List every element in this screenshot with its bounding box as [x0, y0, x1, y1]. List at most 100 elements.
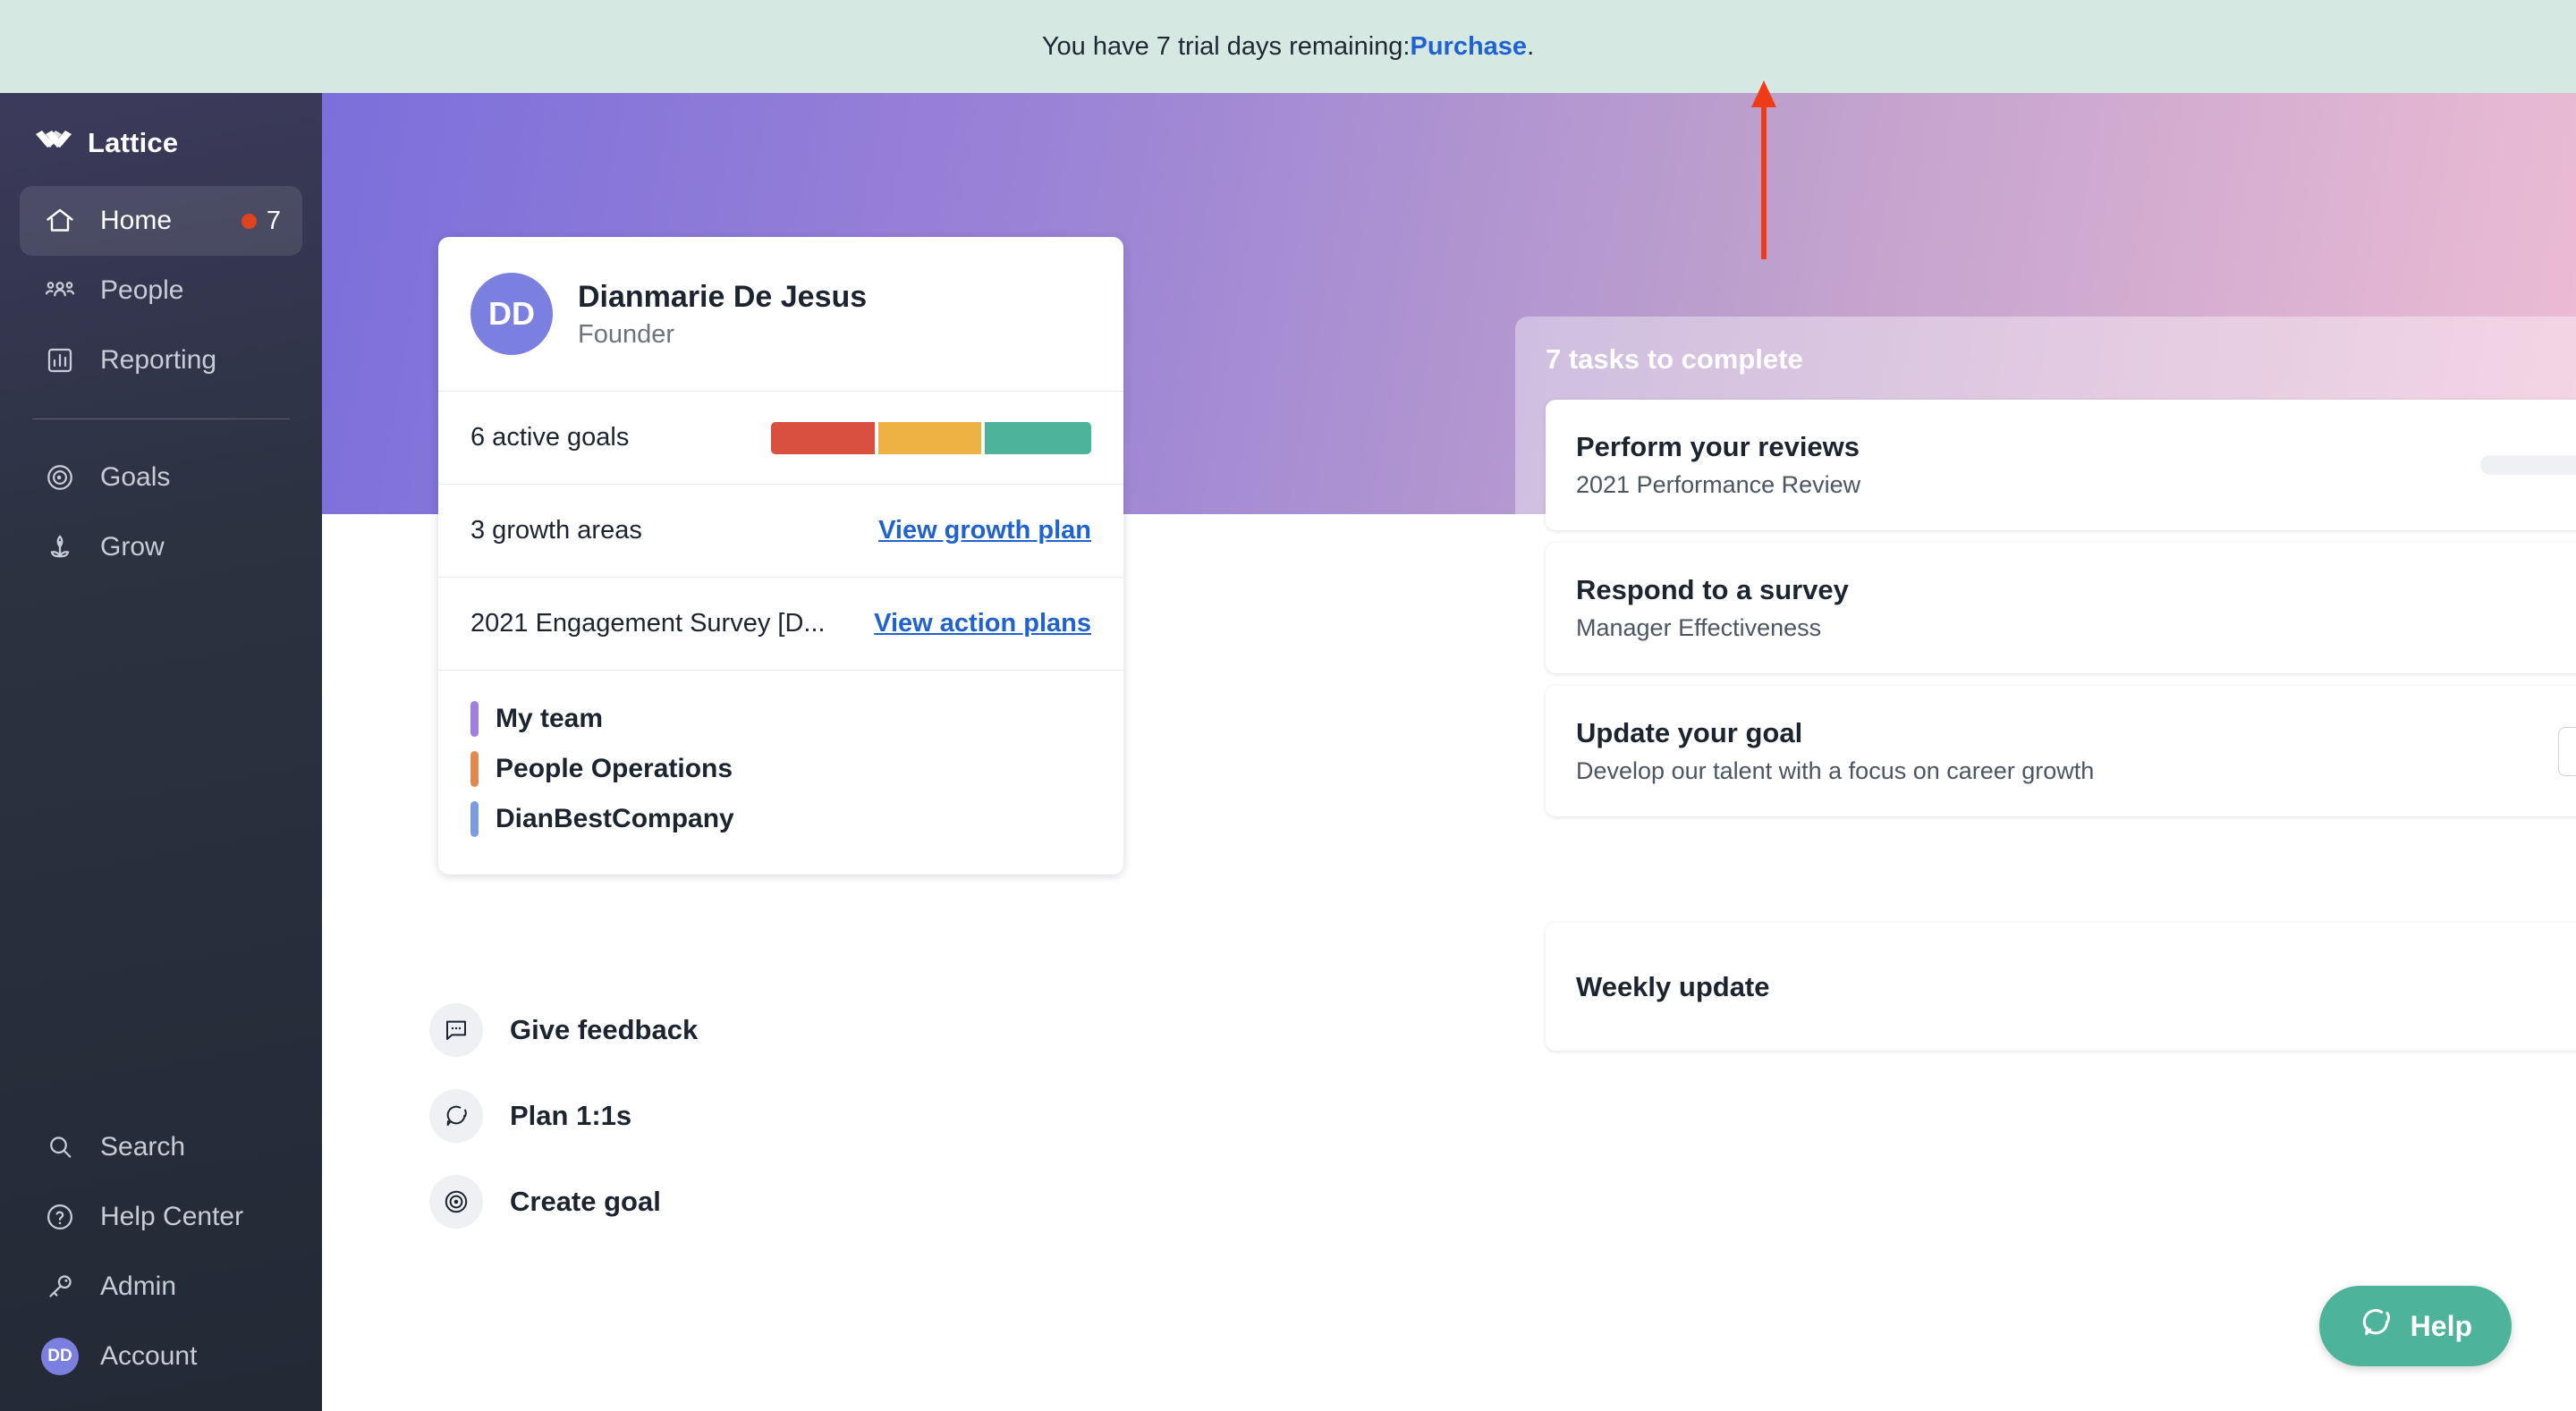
help-button-label: Help — [2410, 1309, 2472, 1342]
give-feedback-action[interactable]: Give feedback — [429, 987, 698, 1073]
view-action-plans-link[interactable]: View action plans — [874, 609, 1091, 638]
key-icon — [41, 1268, 79, 1305]
reporting-icon — [41, 342, 79, 379]
give-feedback-label: Give feedback — [510, 1014, 699, 1045]
team-name: My team — [496, 704, 604, 733]
profile-role: Founder — [578, 319, 675, 349]
team-name: DianBestCompany — [496, 804, 734, 833]
growth-areas-label: 3 growth areas — [470, 516, 642, 545]
sidebar-item-admin[interactable]: Admin — [20, 1252, 302, 1322]
task-actions: 0% — [2479, 452, 2576, 479]
search-icon — [41, 1128, 79, 1166]
lattice-logo-icon — [36, 131, 72, 148]
sidebar-item-help-center[interactable]: Help Center — [20, 1182, 302, 1252]
people-icon — [41, 272, 79, 309]
trial-banner-text: You have 7 trial days remaining: — [1041, 31, 1411, 61]
task-title: Update your goal — [1576, 717, 1803, 748]
list-item[interactable]: My team — [470, 694, 1091, 744]
sidebar-item-account[interactable]: DD Account — [20, 1322, 302, 1391]
sidebar-item-help-center-label: Help Center — [100, 1202, 244, 1231]
goal-segment-at-risk — [877, 421, 981, 454]
create-goal-action[interactable]: Create goal — [429, 1159, 698, 1245]
brand: Lattice — [0, 93, 322, 159]
purchase-link[interactable]: Purchase — [1410, 32, 1527, 62]
goal-segment-on-track — [985, 421, 1092, 454]
engagement-survey-label: 2021 Engagement Survey [D... — [470, 609, 826, 638]
sidebar-nav-primary: Home 7 People Reporting Goals Grow — [0, 186, 322, 582]
profile-card: DD Dianmarie De Jesus Founder 6 active g… — [438, 237, 1123, 874]
active-goals-label: 6 active goals — [470, 423, 630, 452]
sidebar-item-search[interactable]: Search — [20, 1112, 302, 1182]
task-subtitle: Manager Effectiveness — [1576, 614, 1822, 641]
annotation-arrow-icon — [1751, 80, 1776, 259]
grow-plant-icon — [41, 528, 79, 566]
engagement-survey-row[interactable]: 2021 Engagement Survey [D... View action… — [438, 577, 1123, 670]
task-card-perform-reviews[interactable]: Perform your reviews 2021 Performance Re… — [1546, 400, 2576, 530]
team-color-bar — [470, 751, 479, 787]
sidebar-item-grow[interactable]: Grow — [20, 512, 302, 582]
sidebar-item-people-label: People — [100, 275, 184, 305]
task-title: Perform your reviews — [1576, 431, 1860, 462]
home-badge-count: 7 — [266, 206, 281, 235]
coming-up-title: Coming up — [1546, 1092, 1690, 1123]
sidebar-item-goals[interactable]: Goals — [20, 443, 302, 512]
task-title: Respond to a survey — [1576, 574, 1849, 605]
trial-banner-period: . — [1527, 31, 1535, 61]
teams-list: My team People Operations DianBestCompan… — [438, 670, 1123, 874]
sidebar-item-home-label: Home — [100, 206, 173, 235]
goal-segment-off-track — [771, 421, 875, 454]
main-content: 👋 Welcome back! DD Dianmarie De Jesus Fo… — [322, 93, 2576, 1411]
sidebar-item-reporting-label: Reporting — [100, 345, 217, 375]
home-badge: 7 — [241, 206, 281, 236]
growth-areas-row[interactable]: 3 growth areas View growth plan — [438, 484, 1123, 577]
view-growth-plan-link[interactable]: View growth plan — [878, 516, 1091, 545]
task-card-respond-survey[interactable]: Respond to a survey Manager Effectivenes… — [1546, 543, 2576, 673]
list-item[interactable]: DianBestCompany — [470, 794, 1091, 844]
task-content: Update your goal Develop our talent with… — [1576, 717, 2558, 785]
sidebar-item-search-label: Search — [100, 1132, 186, 1162]
profile-name: Dianmarie De Jesus — [578, 280, 868, 315]
task-subtitle: 2021 Performance Review — [1576, 471, 1861, 498]
feedback-bubble-icon — [429, 1003, 483, 1057]
sidebar-divider — [32, 418, 290, 419]
sidebar-item-people[interactable]: People — [20, 256, 302, 325]
tasks-panel-title: 7 tasks to complete — [1546, 343, 1803, 375]
active-goals-row[interactable]: 6 active goals — [438, 391, 1123, 484]
dismiss-button[interactable]: Dismiss — [2558, 726, 2576, 776]
progress-bar — [2479, 455, 2576, 475]
list-item[interactable]: People Operations — [470, 744, 1091, 794]
brand-name: Lattice — [88, 127, 179, 158]
sidebar-item-account-label: Account — [100, 1341, 198, 1371]
home-icon — [41, 202, 79, 240]
goals-target-icon — [41, 459, 79, 496]
table-row[interactable]: Weekly update Today — [1546, 923, 2576, 1051]
sidebar-item-home[interactable]: Home 7 — [20, 186, 302, 256]
sidebar: Lattice Home 7 People Reporting Goals Gr… — [0, 93, 322, 1411]
chat-bubble-icon — [2359, 1305, 2393, 1347]
task-card-update-goal[interactable]: Update your goal Develop our talent with… — [1546, 686, 2576, 816]
sidebar-item-reporting[interactable]: Reporting — [20, 325, 302, 395]
create-goal-label: Create goal — [510, 1186, 661, 1217]
team-color-bar — [470, 801, 479, 837]
task-content: Perform your reviews 2021 Performance Re… — [1576, 431, 2480, 499]
task-actions: Dismiss — [2558, 726, 2576, 776]
question-circle-icon — [41, 1198, 79, 1236]
one-on-one-bubble-icon — [429, 1089, 483, 1143]
tasks-panel: 7 tasks to complete Perform your reviews… — [1515, 317, 2576, 1123]
sidebar-item-goals-label: Goals — [100, 462, 171, 492]
plan-one-on-ones-action[interactable]: Plan 1:1s — [429, 1073, 698, 1159]
sidebar-item-grow-label: Grow — [100, 532, 165, 562]
profile-header: DD Dianmarie De Jesus Founder — [438, 237, 1123, 391]
trial-banner: You have 7 trial days remaining: Purchas… — [0, 0, 2576, 93]
team-color-bar — [470, 701, 479, 737]
coming-up-item-title: Weekly update — [1576, 970, 1770, 1002]
task-content: Respond to a survey Manager Effectivenes… — [1576, 574, 2576, 642]
quick-actions: Give feedback Plan 1:1s Create goal — [429, 987, 698, 1245]
profile-avatar: DD — [470, 273, 553, 355]
target-icon — [429, 1175, 483, 1229]
badge-dot-icon — [241, 213, 257, 229]
help-button[interactable]: Help — [2318, 1286, 2512, 1366]
sidebar-item-admin-label: Admin — [100, 1272, 177, 1301]
avatar-initials: DD — [41, 1338, 79, 1375]
team-name: People Operations — [496, 754, 733, 783]
